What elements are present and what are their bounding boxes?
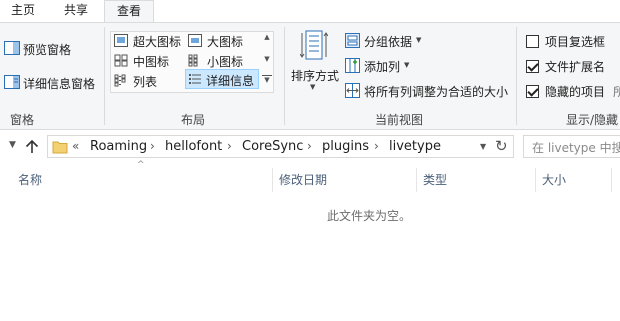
address-bar[interactable]: « Roaming › hellofont › CoreSync › plugi… xyxy=(47,135,514,158)
ribbon-tabs: 主页 共享 查看 xyxy=(0,0,620,23)
group-divider xyxy=(516,27,517,125)
sort-by-button[interactable]: 排序方式 ▼ xyxy=(288,29,340,101)
details-pane-label: 详细信息窗格 xyxy=(23,77,96,91)
tab-share[interactable]: 共享 xyxy=(52,0,100,22)
tab-view[interactable]: 查看 xyxy=(104,0,154,23)
add-columns-label: 添加列 xyxy=(364,60,401,74)
group-by-label: 分组依据 xyxy=(364,35,413,49)
search-input[interactable]: 在 livetype 中搜 xyxy=(532,139,620,156)
details-pane-icon xyxy=(4,75,20,89)
breadcrumb-separator-icon[interactable]: › xyxy=(307,139,312,153)
ribbon: 预览窗格 详细信息窗格 窗格 超大图标 大图标 中图标 小图标 列表 详细信息 … xyxy=(0,22,620,130)
column-divider[interactable] xyxy=(272,168,273,192)
group-by-dropdown-icon: ▼ xyxy=(416,36,422,44)
list-label: 列表 xyxy=(133,75,158,89)
large-icons-label: 大图标 xyxy=(207,35,244,49)
breadcrumb-separator-icon[interactable]: › xyxy=(150,139,155,153)
breadcrumb-plugins[interactable]: plugins xyxy=(322,139,369,154)
layout-large-icons[interactable]: 大图标 xyxy=(186,31,260,51)
show-hide-group-label: 显示/隐藏 xyxy=(566,113,619,127)
group-by-icon xyxy=(345,33,360,48)
column-header-size[interactable]: 大小 xyxy=(542,168,612,192)
folder-icon xyxy=(52,141,68,154)
item-checkboxes-checkbox[interactable] xyxy=(526,35,539,48)
file-extensions-label: 文件扩展名 xyxy=(545,60,606,74)
layout-list[interactable]: 列表 xyxy=(112,71,184,91)
hidden-items-toggle[interactable]: 隐藏的项目 所 xyxy=(524,83,620,101)
column-header-date-modified[interactable]: 修改日期 xyxy=(279,168,414,192)
details-label: 详细信息 xyxy=(206,74,255,88)
layout-details[interactable]: 详细信息 xyxy=(185,69,259,89)
navigation-bar: ▼ « Roaming › hellofont › CoreSync › plu… xyxy=(0,131,620,163)
panes-group-label: 窗格 xyxy=(10,113,35,127)
column-divider[interactable] xyxy=(416,168,417,192)
add-columns-icon xyxy=(345,58,360,73)
sort-icon xyxy=(300,30,328,60)
breadcrumb-separator-icon[interactable]: › xyxy=(227,139,232,153)
recent-locations-chevron-icon[interactable]: ▼ xyxy=(9,140,16,150)
hide-selected-partial[interactable]: 所 xyxy=(613,83,620,100)
layout-extra-large-icons[interactable]: 超大图标 xyxy=(112,31,184,51)
add-columns-button[interactable]: 添加列 ▼ xyxy=(344,56,414,76)
size-all-columns-label: 将所有列调整为合适的大小 xyxy=(364,85,509,99)
add-columns-dropdown-icon: ▼ xyxy=(404,61,410,69)
breadcrumb-hellofont[interactable]: hellofont xyxy=(165,139,222,154)
sort-dropdown-icon: ▼ xyxy=(310,83,316,91)
breadcrumb-coresync[interactable]: CoreSync xyxy=(242,139,303,154)
refresh-icon[interactable]: ↻ xyxy=(495,137,508,155)
details-view-icon xyxy=(189,74,201,84)
column-divider[interactable] xyxy=(611,168,612,192)
search-box[interactable]: 在 livetype 中搜 xyxy=(523,135,620,158)
small-icons-icon xyxy=(188,54,198,67)
item-checkboxes-toggle[interactable]: 项目复选框 xyxy=(524,33,620,51)
layout-medium-icons[interactable]: 中图标 xyxy=(112,51,184,71)
group-divider xyxy=(104,27,105,125)
up-arrow-icon[interactable] xyxy=(25,139,39,154)
sort-by-label: 排序方式 xyxy=(291,69,340,83)
size-columns-icon xyxy=(345,83,360,98)
extra-large-icons-label: 超大图标 xyxy=(133,35,182,49)
large-icons-icon xyxy=(188,34,202,47)
medium-icons-icon xyxy=(114,54,128,67)
layout-group-label: 布局 xyxy=(181,113,206,127)
preview-pane-label: 预览窗格 xyxy=(23,43,72,57)
preview-pane-icon xyxy=(4,41,20,55)
list-view-icon xyxy=(114,74,126,87)
details-pane-button[interactable]: 详细信息窗格 xyxy=(2,73,102,93)
layout-small-icons[interactable]: 小图标 xyxy=(186,51,260,71)
column-divider[interactable] xyxy=(535,168,536,192)
item-checkboxes-label: 项目复选框 xyxy=(545,35,606,49)
current-view-group-label: 当前视图 xyxy=(375,113,424,127)
breadcrumb-livetype[interactable]: livetype xyxy=(389,139,441,154)
group-by-button[interactable]: 分组依据 ▼ xyxy=(344,31,428,51)
file-extensions-checkbox[interactable] xyxy=(526,60,539,73)
address-dropdown-icon[interactable]: ▼ xyxy=(480,142,486,151)
extra-large-icons-icon xyxy=(114,34,128,47)
column-header-name[interactable]: 名称 xyxy=(18,168,268,192)
layout-scroll-down[interactable]: ▼ xyxy=(262,55,272,67)
breadcrumb-overflow[interactable]: « xyxy=(72,139,79,153)
layout-scroll-up[interactable]: ▲ xyxy=(262,33,272,45)
hidden-items-label: 隐藏的项目 xyxy=(545,85,606,99)
layout-expand[interactable]: ▼ xyxy=(262,75,272,89)
empty-folder-message: 此文件夹为空。 xyxy=(327,209,412,223)
medium-icons-label: 中图标 xyxy=(133,55,170,69)
group-divider xyxy=(284,27,285,125)
size-all-columns-button[interactable]: 将所有列调整为合适的大小 xyxy=(344,81,514,101)
small-icons-label: 小图标 xyxy=(207,55,244,69)
breadcrumb-separator-icon[interactable]: › xyxy=(374,139,379,153)
breadcrumb-roaming[interactable]: Roaming xyxy=(90,139,147,154)
preview-pane-button[interactable]: 预览窗格 xyxy=(2,39,98,59)
tab-home[interactable]: 主页 xyxy=(0,0,46,22)
file-extensions-toggle[interactable]: 文件扩展名 xyxy=(524,58,620,76)
column-header-type[interactable]: 类型 xyxy=(423,168,533,192)
hidden-items-checkbox[interactable] xyxy=(526,85,539,98)
